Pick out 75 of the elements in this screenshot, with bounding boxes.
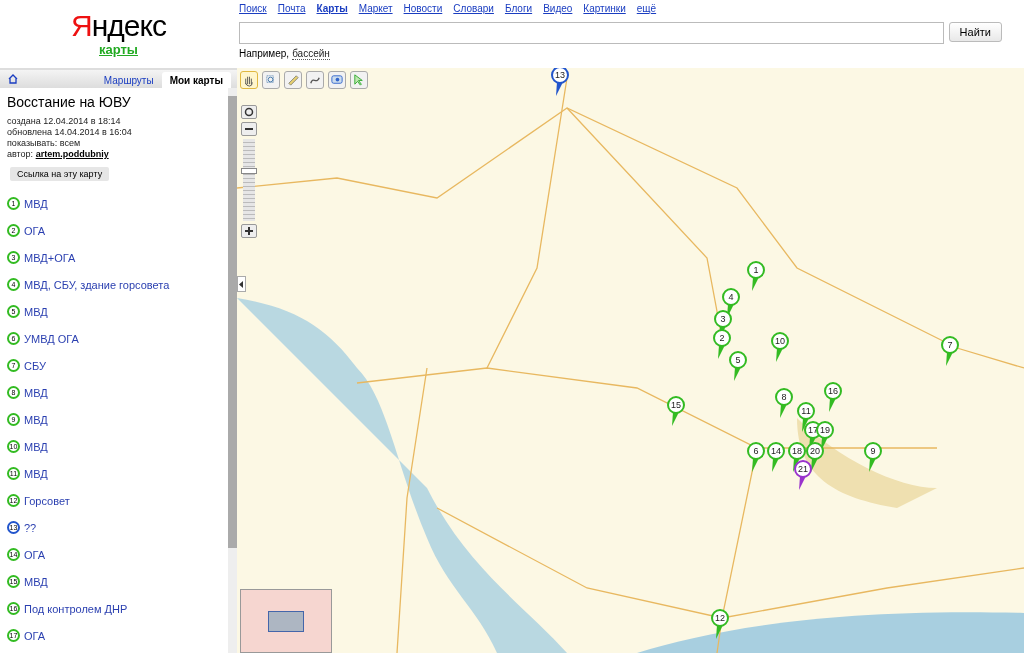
map-pin[interactable]: 7	[941, 336, 959, 354]
nav-link[interactable]: Почта	[277, 2, 306, 14]
map-pin[interactable]: 8	[775, 388, 793, 406]
map-pin[interactable]: 9	[864, 442, 882, 460]
nav-link[interactable]: ещё	[636, 2, 657, 14]
map-pin[interactable]: 1	[747, 261, 765, 279]
author-link[interactable]: artem.poddubniy	[35, 149, 109, 159]
ruler-icon	[286, 73, 300, 87]
place-link[interactable]: МВД	[24, 467, 48, 480]
search-field[interactable]	[239, 22, 944, 44]
nav-link[interactable]: Маркет	[358, 2, 393, 14]
place-link[interactable]: Горсовет	[24, 494, 70, 507]
map-pin[interactable]: 10	[771, 332, 789, 350]
place-link[interactable]: Под контролем ДНР	[24, 602, 128, 615]
nav-link[interactable]: Картинки	[583, 2, 626, 14]
place-link[interactable]: УМВД ОГА	[24, 332, 79, 345]
nav-link[interactable]: Блоги	[504, 2, 533, 14]
place-link[interactable]: МВД	[24, 413, 48, 426]
map-pin[interactable]: 13	[551, 68, 569, 84]
map-pin[interactable]: 2	[713, 329, 731, 347]
tab[interactable]: Мои карты	[161, 72, 231, 88]
place-link[interactable]: ОГА	[24, 629, 46, 642]
left-triangle-icon	[239, 280, 244, 288]
ruler-tool[interactable]	[284, 71, 302, 89]
scrollbar[interactable]	[228, 88, 237, 653]
place-link[interactable]: МВД+ОГА	[24, 251, 76, 264]
place-link[interactable]: ОГА	[24, 548, 46, 561]
zoom-area-tool[interactable]	[262, 71, 280, 89]
map-pin[interactable]: 11	[797, 402, 815, 420]
nav-link[interactable]: Поиск	[239, 2, 267, 14]
map-pin[interactable]: 19	[816, 421, 834, 439]
place-link[interactable]: МВД	[24, 575, 48, 588]
map-pin[interactable]: 3	[714, 310, 732, 328]
tab[interactable]: Маршруты	[95, 72, 162, 88]
nav-link[interactable]: Словари	[453, 2, 494, 14]
hand-tool[interactable]	[240, 71, 258, 89]
map-pin[interactable]: 21	[794, 460, 812, 478]
map-title: Восстание на ЮВУ	[7, 94, 132, 110]
map-pin[interactable]: 16	[824, 382, 842, 400]
map-pin[interactable]: 12	[711, 609, 729, 627]
collapse-sidebar-button[interactable]	[237, 276, 246, 292]
map-pin[interactable]: 6	[747, 442, 765, 460]
zoom-slider[interactable]	[243, 139, 255, 221]
place-link[interactable]: МВД, СБУ, здание горсовета	[24, 278, 170, 291]
nav-link[interactable]: Новости	[403, 2, 443, 14]
place-link[interactable]: МВД	[24, 386, 48, 399]
place-link[interactable]: ??	[24, 521, 37, 534]
place-link[interactable]: МВД	[24, 197, 48, 210]
map-pin[interactable]: 15	[667, 396, 685, 414]
updated-date: обновлена 14.04.2014 в 16:04	[7, 127, 133, 138]
visibility-text: показывать: всем	[7, 138, 82, 149]
home-icon	[8, 74, 18, 84]
reset-view-button[interactable]	[241, 105, 257, 119]
zoom-in-button[interactable]	[241, 224, 257, 238]
search-button[interactable]: Найти	[948, 22, 1002, 42]
place-link[interactable]: СБУ	[24, 359, 46, 372]
plus-icon	[245, 227, 253, 235]
nav-link[interactable]: Видео	[543, 2, 573, 14]
example-label: Например,	[239, 48, 290, 60]
zoom-out-button[interactable]	[241, 122, 257, 136]
logo-wordmark[interactable]: Яндекс	[71, 10, 166, 42]
target-icon	[244, 107, 254, 117]
map-pin[interactable]: 5	[729, 351, 747, 369]
place-link[interactable]: МВД	[24, 305, 48, 318]
map-pin[interactable]: 14	[767, 442, 785, 460]
example-link[interactable]: бассейн	[292, 48, 330, 60]
author-line: автор: artem.poddubniy	[7, 149, 110, 160]
map-link-button[interactable]: Ссылка на эту карту	[10, 167, 110, 181]
place-link[interactable]: МВД	[24, 440, 48, 453]
place-link[interactable]: ОГА	[24, 224, 46, 237]
created-date: создана 12.04.2014 в 18:14	[7, 116, 122, 127]
minus-icon	[245, 128, 253, 130]
map-pin[interactable]: 4	[722, 288, 740, 306]
nav-link[interactable]: Карты	[316, 2, 348, 14]
map-pin[interactable]: 18	[788, 442, 806, 460]
